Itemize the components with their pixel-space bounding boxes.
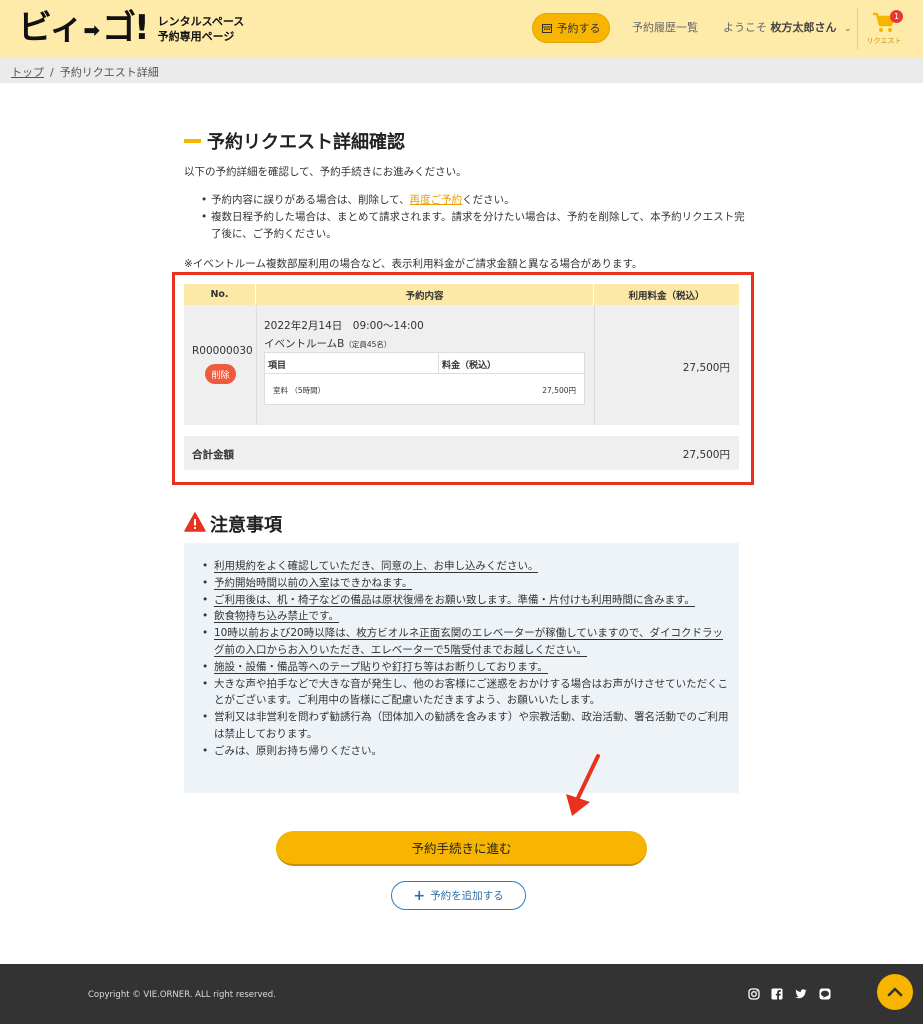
- caution-item: 大きな声や拍手などで大きな音が発生し、他のお客様にご迷惑をおかけする場合はお声が…: [202, 676, 732, 710]
- title-accent-bar: [184, 139, 201, 143]
- user-name: 枚方太郎さん: [770, 21, 837, 34]
- caution-title: 注意事項: [210, 515, 282, 536]
- instagram-icon[interactable]: [748, 988, 760, 1000]
- page-title: 予約リクエスト詳細確認: [207, 132, 405, 153]
- intro-text: 以下の予約詳細を確認して、予約手続きにお進みください。: [184, 166, 467, 178]
- calendar-icon: [541, 24, 552, 33]
- add-reservation-label: 予約を追加する: [430, 890, 504, 902]
- logo-text-2: ゴ!: [102, 8, 149, 48]
- caution-item: 飲食物持ち込み禁止です。: [202, 608, 732, 625]
- site-footer: Copyright © VIE.ORNER. ALL right reserve…: [0, 964, 923, 1024]
- plus-icon: +: [413, 887, 426, 904]
- scroll-to-top-button[interactable]: [877, 974, 913, 1010]
- highlight-frame: [172, 272, 754, 485]
- site-logo[interactable]: ビィ ➡ゴ! レンタルスペース 予約専用ページ: [18, 8, 244, 50]
- warning-icon: [184, 512, 206, 532]
- fee-note: ※イベントルーム複数部屋利用の場合など、表示利用料金がご請求金額と異なる場合があ…: [184, 258, 643, 270]
- logo-subtitle: レンタルスペース 予約専用ページ: [158, 14, 245, 44]
- caution-list: 利用規約をよく確認していただき、同意の上、お申し込みください。 予約開始時間以前…: [202, 558, 732, 760]
- nav-reservation-history[interactable]: 予約履歴一覧: [632, 19, 698, 35]
- proceed-to-reservation-button[interactable]: 予約手続きに進む: [276, 831, 647, 866]
- welcome-prefix: ようこそ: [723, 21, 767, 34]
- caution-item: ごみは、原則お持ち帰りください。: [202, 743, 732, 760]
- cart-label: リクエスト: [866, 37, 902, 45]
- caution-item: 施設・設備・備品等へのテープ貼りや釘打ち等はお断りしております。: [202, 659, 732, 676]
- instruction-item: 複数日程予約した場合は、まとめて請求されます。請求を分けたい場合は、予約を削除し…: [201, 209, 746, 243]
- rebook-link[interactable]: 再度ご予約: [410, 194, 463, 206]
- copyright-text: Copyright © VIE.ORNER. ALL right reserve…: [88, 990, 276, 1000]
- caution-item: 営利又は非営利を問わず勧誘行為（団体加入の勧誘を含みます）や宗教活動、政治活動、…: [202, 709, 732, 743]
- caution-item: 利用規約をよく確認していただき、同意の上、お申し込みください。: [202, 558, 732, 575]
- pointer-arrow-icon: [566, 754, 600, 816]
- breadcrumb-home-link[interactable]: トップ: [11, 66, 44, 79]
- chevron-up-icon: [887, 987, 903, 997]
- logo-arrow-icon: ➡: [83, 17, 101, 42]
- logo-text-1: ビィ: [18, 8, 83, 48]
- twitter-icon[interactable]: [795, 988, 807, 1000]
- logo-subtitle-line2: 予約専用ページ: [157, 29, 235, 43]
- instruction-list: 予約内容に誤りがある場合は、削除して、再度ご予約ください。 複数日程予約した場合…: [201, 192, 746, 243]
- cart-count-badge: 1: [890, 10, 903, 23]
- breadcrumb-current: 予約リクエスト詳細: [59, 66, 159, 79]
- breadcrumb: トップ / 予約リクエスト詳細: [0, 58, 923, 83]
- reserve-button-label: 予約する: [556, 22, 601, 35]
- caution-item: 予約開始時間以前の入室はできかねます。: [202, 575, 732, 592]
- reserve-button[interactable]: 予約する: [532, 13, 610, 43]
- nav-divider: [857, 8, 858, 50]
- caution-item: 10時以前および20時以降は、枚方ビオルネ正面玄関のエレベーターが稼働しています…: [202, 625, 732, 659]
- breadcrumb-separator: /: [50, 66, 54, 79]
- request-cart-button[interactable]: 1 リクエスト: [866, 10, 903, 52]
- chevron-down-icon: ⌄: [844, 24, 852, 34]
- instruction-item: 予約内容に誤りがある場合は、削除して、再度ご予約ください。: [201, 192, 746, 209]
- logo-subtitle-line1: レンタルスペース: [157, 14, 245, 28]
- user-menu[interactable]: ようこそ 枚方太郎さん ⌄: [723, 19, 852, 35]
- facebook-icon[interactable]: [771, 988, 783, 1000]
- caution-item: ご利用後は、机・椅子などの備品は原状復帰をお願い致します。準備・片付けも利用時間…: [202, 592, 732, 609]
- site-header: ビィ ➡ゴ! レンタルスペース 予約専用ページ 予約する 予約履歴一覧 ようこそ …: [0, 0, 923, 58]
- add-reservation-button[interactable]: + 予約を追加する: [391, 881, 526, 910]
- line-icon[interactable]: [819, 988, 831, 1000]
